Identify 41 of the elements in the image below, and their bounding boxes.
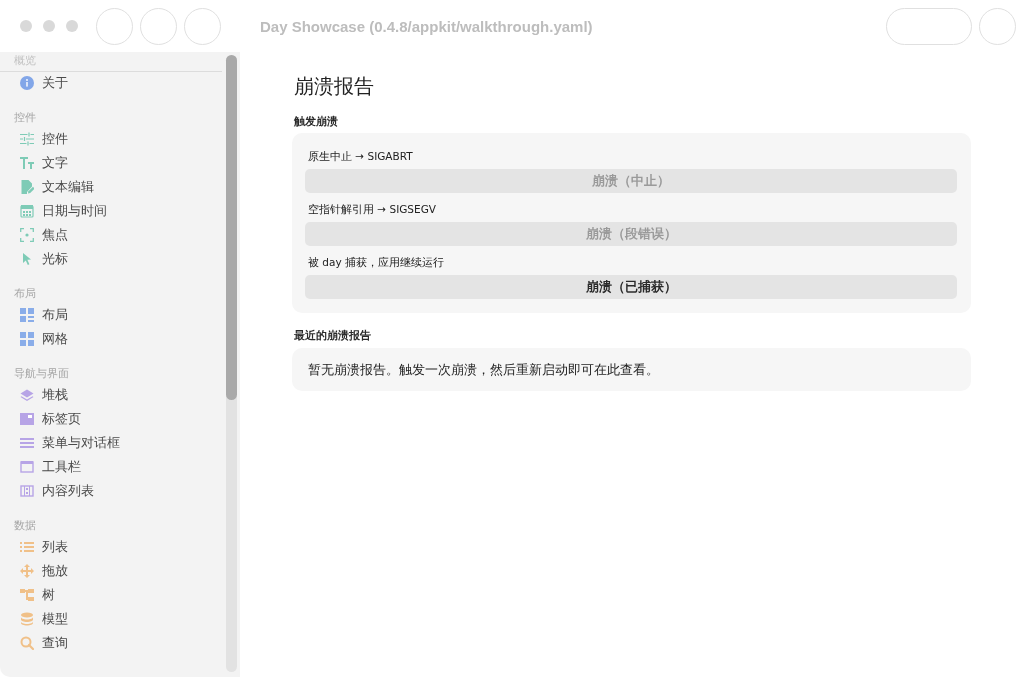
section-heading: 触发崩溃: [294, 114, 338, 128]
section-title: 布局: [13, 286, 36, 301]
sidebar-item[interactable]: 控件: [14, 127, 72, 151]
section-heading: 最近的崩溃报告: [294, 328, 371, 342]
section-title: 数据: [13, 518, 36, 533]
empty-state-message: 暂无崩溃报告。触发一次崩溃，然后重新启动即可在此查看。: [308, 361, 659, 379]
toolbar-button[interactable]: [979, 7, 1016, 45]
sidebar-item[interactable]: 文字: [14, 151, 72, 175]
toolbar-button[interactable]: [886, 7, 972, 45]
scrollbar-thumb[interactable]: [226, 55, 237, 400]
sidebar-item[interactable]: 列表: [14, 535, 72, 559]
sidebar-item[interactable]: 光标: [14, 247, 72, 271]
sidebar-item[interactable]: 查询: [14, 631, 72, 655]
section-title: 控件: [13, 110, 36, 125]
window-control-button[interactable]: [20, 20, 32, 32]
sidebar-item[interactable]: 堆栈: [14, 383, 72, 407]
sidebar-item[interactable]: 关于: [14, 71, 72, 95]
sidebar-item[interactable]: 标签页: [14, 407, 85, 431]
sidebar-item[interactable]: 文本编辑: [14, 175, 98, 199]
window-control-button[interactable]: [43, 20, 55, 32]
sidebar-item[interactable]: 菜单与对话框: [14, 431, 124, 455]
sidebar-item[interactable]: 布局: [14, 303, 72, 327]
sidebar-item[interactable]: 焦点: [14, 223, 72, 247]
sidebar-item[interactable]: 工具栏: [14, 455, 85, 479]
window-control-button[interactable]: [66, 20, 78, 32]
window-title: Day Showcase (0.4.8/appkit/walkthrough.yaml): [260, 17, 593, 35]
page-title: 崩溃报告: [294, 74, 374, 99]
sidebar-item[interactable]: 拖放: [14, 559, 72, 583]
crash-button[interactable]: 崩溃（已捕获）: [305, 275, 957, 299]
sidebar-item[interactable]: 日期与时间: [14, 199, 111, 223]
crash-description: 原生中止 → SIGABRT: [307, 149, 413, 163]
toolbar-button[interactable]: [140, 7, 177, 45]
section-title: 导航与界面: [13, 366, 69, 381]
toolbar-button[interactable]: [184, 7, 221, 45]
sidebar-item[interactable]: 模型: [14, 607, 72, 631]
toolbar-button[interactable]: [96, 7, 133, 45]
crash-description: 空指针解引用 → SIGSEGV: [307, 202, 436, 216]
sidebar-item[interactable]: 网格: [14, 327, 72, 351]
sidebar-item[interactable]: 树: [14, 583, 59, 607]
crash-description: 被 day 捕获，应用继续运行: [307, 255, 444, 269]
sidebar-item[interactable]: 内容列表: [14, 479, 98, 503]
